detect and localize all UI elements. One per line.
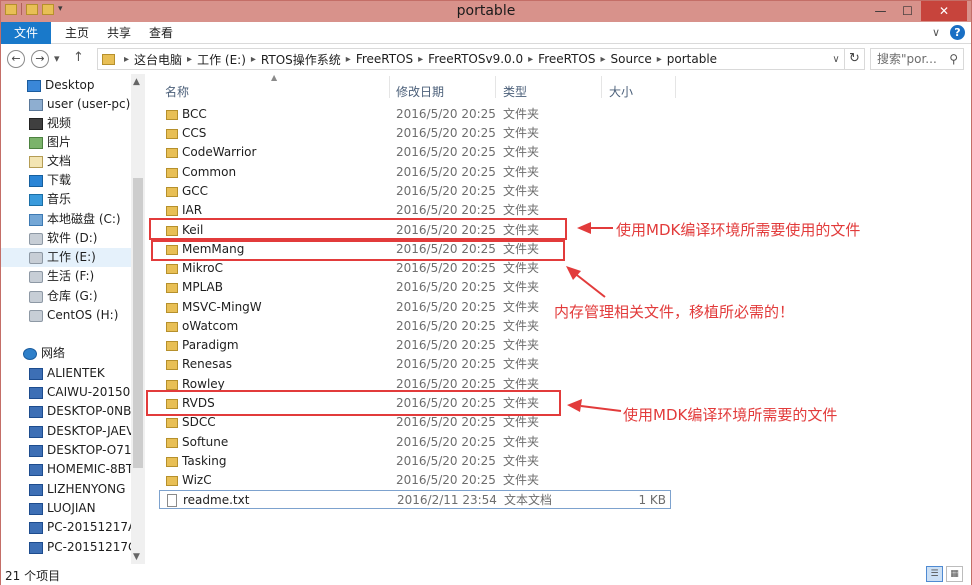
explorer-window: ▾ portable — ☐ ✕ 文件 主页 共享 查看 ∨ ? ← → ▾ ↑…: [0, 0, 972, 585]
rvds-annotation: 使用MDK编译环境所需要的文件: [623, 406, 838, 424]
details-view-icon[interactable]: ☰: [926, 566, 943, 582]
memmang-annotation: 内存管理相关文件，移植所必需的！: [554, 303, 795, 321]
keil-annotation: 使用MDK编译环境所需要使用的文件: [616, 221, 861, 239]
memmang-arrow-icon: [566, 266, 606, 298]
rvds-arrow-icon: [567, 399, 622, 412]
item-count: 21 个项目: [5, 569, 61, 583]
keil-arrow-icon: [577, 222, 613, 234]
large-icons-view-icon[interactable]: ▦: [946, 566, 963, 582]
status-bar: 21 个项目 ☰ ▦: [1, 564, 971, 585]
annotation-arrows: [566, 222, 622, 412]
